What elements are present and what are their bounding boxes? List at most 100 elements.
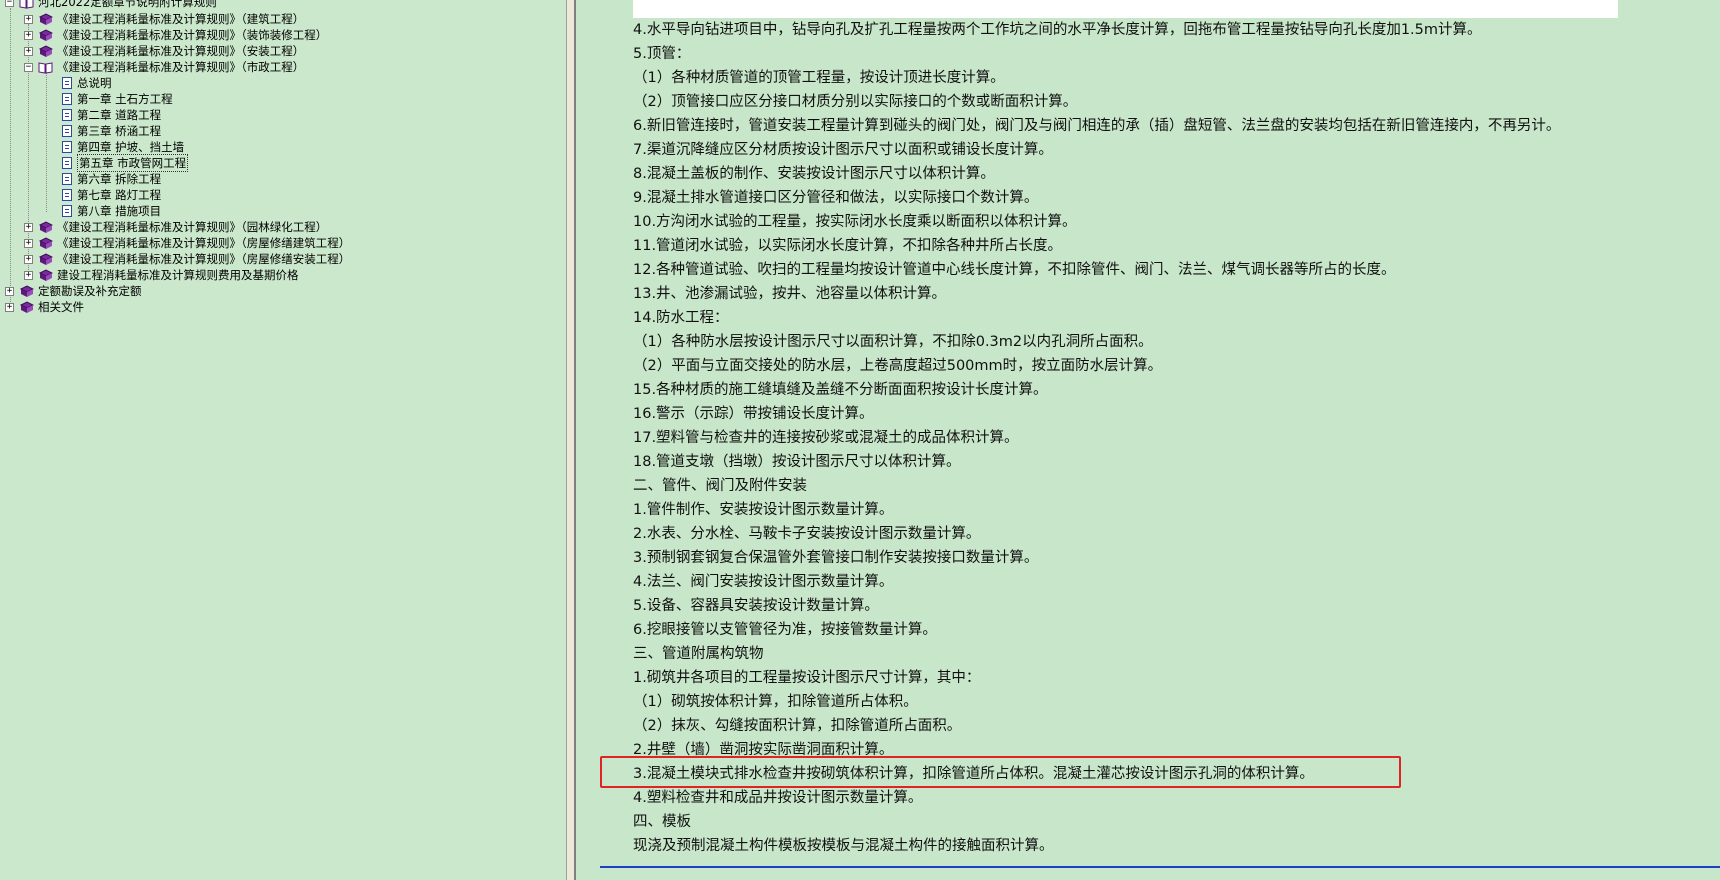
tree-label: 第七章 路灯工程 — [77, 188, 162, 202]
open-book-icon — [19, 0, 34, 9]
app-window: − 河北2022定额章节说明附计算规则 + 《建设工程消耗量标准及计算规则》（建… — [0, 0, 1720, 880]
tree-label: 《建设工程消耗量标准及计算规则》（房屋修缮安装工程） — [57, 252, 351, 266]
doc-line: 13.井、池渗漏试验，按井、池容量以体积计算。 — [633, 286, 947, 302]
document-icon — [62, 189, 72, 201]
document-icon — [62, 205, 72, 217]
tree-label: 第一章 土石方工程 — [77, 92, 173, 106]
doc-line: 6.新旧管连接时，管道安装工程量计算到碰头的阀门处，阀门及与阀门相连的承（插）盘… — [633, 118, 1561, 134]
tree-label: 《建设工程消耗量标准及计算规则》（房屋修缮建筑工程） — [57, 236, 351, 250]
document-icon — [62, 109, 72, 121]
book-icon — [38, 28, 53, 41]
document-icon — [62, 77, 72, 89]
document-icon — [62, 157, 72, 169]
document-icon — [62, 173, 72, 185]
tree-label: 第六章 拆除工程 — [77, 172, 162, 186]
doc-line: 1.管件制作、安装按设计图示数量计算。 — [633, 502, 894, 518]
document-header-bar — [633, 0, 1618, 18]
horizontal-rule — [600, 866, 1720, 868]
tree-label: 定额勘误及补充定额 — [38, 284, 142, 298]
book-icon — [19, 300, 34, 313]
tree-guide-line — [10, 8, 11, 308]
doc-line: 14.防水工程： — [633, 310, 729, 326]
tree-label: 《建设工程消耗量标准及计算规则》（装饰装修工程） — [57, 28, 328, 42]
book-icon — [19, 284, 34, 297]
tree-item-chapter-7[interactable]: 第七章 路灯工程 — [62, 187, 161, 203]
doc-line: 6.挖眼接管以支管管径为准，按接管数量计算。 — [633, 622, 937, 638]
tree-item-chapter-1[interactable]: 第一章 土石方工程 — [62, 91, 173, 107]
tree-item-installation[interactable]: + 《建设工程消耗量标准及计算规则》（安装工程） — [24, 43, 304, 59]
tree-item-chapter-8[interactable]: 第八章 措施项目 — [62, 203, 161, 219]
tree-label: 建设工程消耗量标准及计算规则费用及基期价格 — [57, 268, 299, 282]
book-icon — [38, 268, 53, 281]
doc-line: 5.设备、容器具安装按设计数量计算。 — [633, 598, 879, 614]
doc-line: 11.管道闭水试验，以实际闭水长度计算，不扣除各种井所占长度。 — [633, 238, 1063, 254]
doc-line: （1）各种材质管道的顶管工程量，按设计顶进长度计算。 — [633, 70, 1005, 86]
book-icon — [38, 44, 53, 57]
tree-item-related-files[interactable]: + 相关文件 — [5, 299, 84, 315]
document-icon — [62, 93, 72, 105]
tree-item-errata[interactable]: + 定额勘误及补充定额 — [5, 283, 142, 299]
tree-label: 相关文件 — [38, 300, 84, 314]
doc-line: 4.塑料检查井和成品井按设计图示数量计算。 — [633, 790, 923, 806]
book-icon — [38, 12, 53, 25]
expand-icon[interactable]: + — [24, 46, 33, 56]
tree-label: 《建设工程消耗量标准及计算规则》（园林绿化工程） — [57, 220, 328, 234]
tree-label: 河北2022定额章节说明附计算规则 — [38, 0, 217, 9]
tree-label: 总说明 — [77, 76, 112, 90]
doc-line: 10.方沟闭水试验的工程量，按实际闭水长度乘以断面积以体积计算。 — [633, 214, 1077, 230]
doc-line: （1）各种防水层按设计图示尺寸以面积计算，不扣除0.3m2以内孔洞所占面积。 — [633, 334, 1153, 350]
splitter-edge — [574, 0, 576, 880]
expand-icon[interactable]: + — [24, 14, 33, 24]
collapse-icon[interactable]: − — [5, 0, 14, 7]
tree-item-chapter-5[interactable]: 第五章 市政管网工程 — [62, 154, 189, 172]
expand-icon[interactable]: + — [24, 222, 33, 232]
tree-item-repair-installation[interactable]: + 《建设工程消耗量标准及计算规则》（房屋修缮安装工程） — [24, 251, 350, 267]
tree-label: 第三章 桥涵工程 — [77, 124, 162, 138]
doc-line: 7.渠道沉降缝应区分材质按设计图示尺寸以面积或铺设长度计算。 — [633, 142, 1053, 158]
expand-icon[interactable]: + — [24, 30, 33, 40]
doc-line: （2）平面与立面交接处的防水层，上卷高度超过500mm时，按立面防水层计算。 — [633, 358, 1163, 374]
book-icon — [38, 220, 53, 233]
tree-item-decoration[interactable]: + 《建设工程消耗量标准及计算规则》（装饰装修工程） — [24, 27, 327, 43]
highlight-annotation-box — [600, 756, 1401, 788]
tree-item-landscape[interactable]: + 《建设工程消耗量标准及计算规则》（园林绿化工程） — [24, 219, 327, 235]
doc-line: 1.砌筑井各项目的工程量按设计图示尺寸计算，其中： — [633, 670, 981, 686]
tree-pane[interactable]: − 河北2022定额章节说明附计算规则 + 《建设工程消耗量标准及计算规则》（建… — [0, 0, 566, 880]
tree-item-fees[interactable]: + 建设工程消耗量标准及计算规则费用及基期价格 — [24, 267, 299, 283]
doc-line: （2）抹灰、勾缝按面积计算，扣除管道所占面积。 — [633, 718, 962, 734]
tree-label-selected: 第五章 市政管网工程 — [77, 154, 189, 172]
doc-line: 16.警示（示踪）带按铺设长度计算。 — [633, 406, 874, 422]
tree-item-chapter-2[interactable]: 第二章 道路工程 — [62, 107, 161, 123]
tree-item-general[interactable]: 总说明 — [62, 75, 112, 91]
expand-icon[interactable]: + — [5, 286, 14, 296]
expand-icon[interactable]: + — [24, 238, 33, 248]
doc-line: 8.混凝土盖板的制作、安装按设计图示尺寸以体积计算。 — [633, 166, 995, 182]
tree-item-repair-building[interactable]: + 《建设工程消耗量标准及计算规则》（房屋修缮建筑工程） — [24, 235, 350, 251]
doc-line: 12.各种管道试验、吹扫的工程量均按设计管道中心线长度计算，不扣除管件、阀门、法… — [633, 262, 1396, 278]
doc-line: （1）砌筑按体积计算，扣除管道所占体积。 — [633, 694, 918, 710]
expand-icon[interactable]: + — [24, 254, 33, 264]
document-icon — [62, 141, 72, 153]
tree-item-building[interactable]: + 《建设工程消耗量标准及计算规则》（建筑工程） — [24, 11, 304, 27]
tree-item-chapter-4[interactable]: 第四章 护坡、挡土墙 — [62, 139, 184, 155]
document-icon — [62, 125, 72, 137]
book-icon — [38, 236, 53, 249]
collapse-icon[interactable]: − — [24, 62, 33, 72]
doc-line: （2）顶管接口应区分接口材质分别以实际接口的个数或断面积计算。 — [633, 94, 1078, 110]
tree-label: 《建设工程消耗量标准及计算规则》（建筑工程） — [57, 12, 305, 26]
tree-item-municipal[interactable]: − 《建设工程消耗量标准及计算规则》（市政工程） — [24, 59, 304, 75]
expand-icon[interactable]: + — [5, 302, 14, 312]
doc-line: 18.管道支墩（挡墩）按设计图示尺寸以体积计算。 — [633, 454, 961, 470]
expand-icon[interactable]: + — [24, 270, 33, 280]
tree-root[interactable]: − 河北2022定额章节说明附计算规则 — [5, 0, 217, 10]
doc-line: 4.水平导向钻进项目中，钻导向孔及扩孔工程量按两个工作坑之间的水平净长度计算，回… — [633, 22, 1482, 38]
tree-item-chapter-6[interactable]: 第六章 拆除工程 — [62, 171, 161, 187]
tree-guide-line — [46, 72, 47, 212]
tree-item-chapter-3[interactable]: 第三章 桥涵工程 — [62, 123, 161, 139]
tree-label: 第二章 道路工程 — [77, 108, 162, 122]
doc-line: 3.预制钢套钢复合保温管外套管接口制作安装按接口数量计算。 — [633, 550, 1039, 566]
doc-line: 5.顶管： — [633, 46, 691, 62]
doc-line: 15.各种材质的施工缝填缝及盖缝不分断面面积按设计长度计算。 — [633, 382, 1048, 398]
open-book-icon — [38, 61, 53, 74]
document-pane[interactable]: 4.水平导向钻进项目中，钻导向孔及扩孔工程量按两个工作坑之间的水平净长度计算，回… — [578, 0, 1720, 880]
